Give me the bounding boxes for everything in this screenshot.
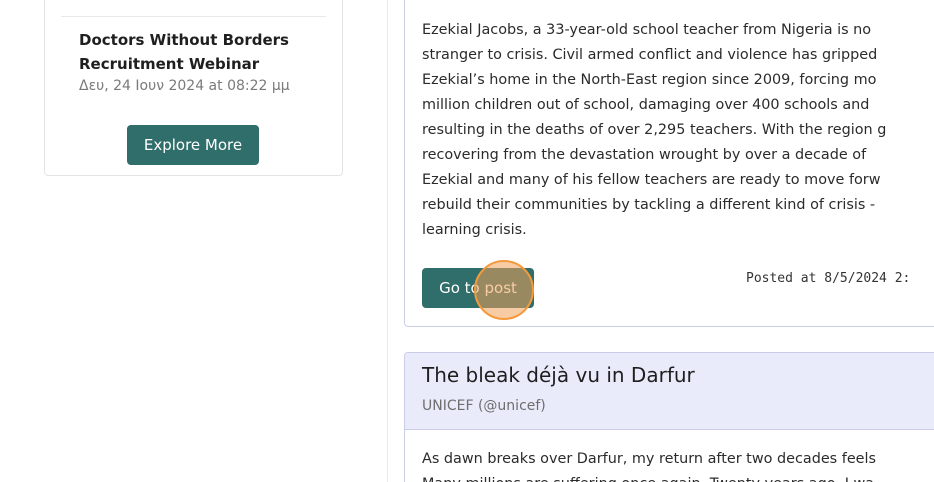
post-card: The bleak déjà vu in Darfur UNICEF (@uni…	[404, 352, 934, 482]
post-author: UNICEF (@unicef)	[422, 398, 546, 414]
post-body: Ezekial Jacobs, a 33-year-old school tea…	[422, 22, 887, 238]
post-card: Ezekial Jacobs, a 33-year-old school tea…	[404, 0, 934, 327]
event-title: Doctors Without Borders Recruitment Webi…	[79, 31, 289, 73]
post-header: The bleak déjà vu in Darfur UNICEF (@uni…	[405, 353, 934, 430]
column-divider	[387, 0, 388, 482]
go-to-post-button[interactable]: Go to post	[422, 268, 534, 308]
posted-at-timestamp: Posted at 8/5/2024 2:	[746, 271, 911, 286]
event-card: Doctors Without Borders Recruitment Webi…	[44, 0, 343, 176]
post-body: As dawn breaks over Darfur, my return af…	[422, 451, 877, 482]
explore-more-button[interactable]: Explore More	[127, 125, 259, 165]
page: Doctors Without Borders Recruitment Webi…	[0, 0, 934, 482]
event-date: Δευ, 24 Ιουν 2024 at 08:22 μμ	[79, 78, 290, 94]
post-title[interactable]: The bleak déjà vu in Darfur	[422, 363, 695, 387]
card-divider	[61, 16, 326, 17]
